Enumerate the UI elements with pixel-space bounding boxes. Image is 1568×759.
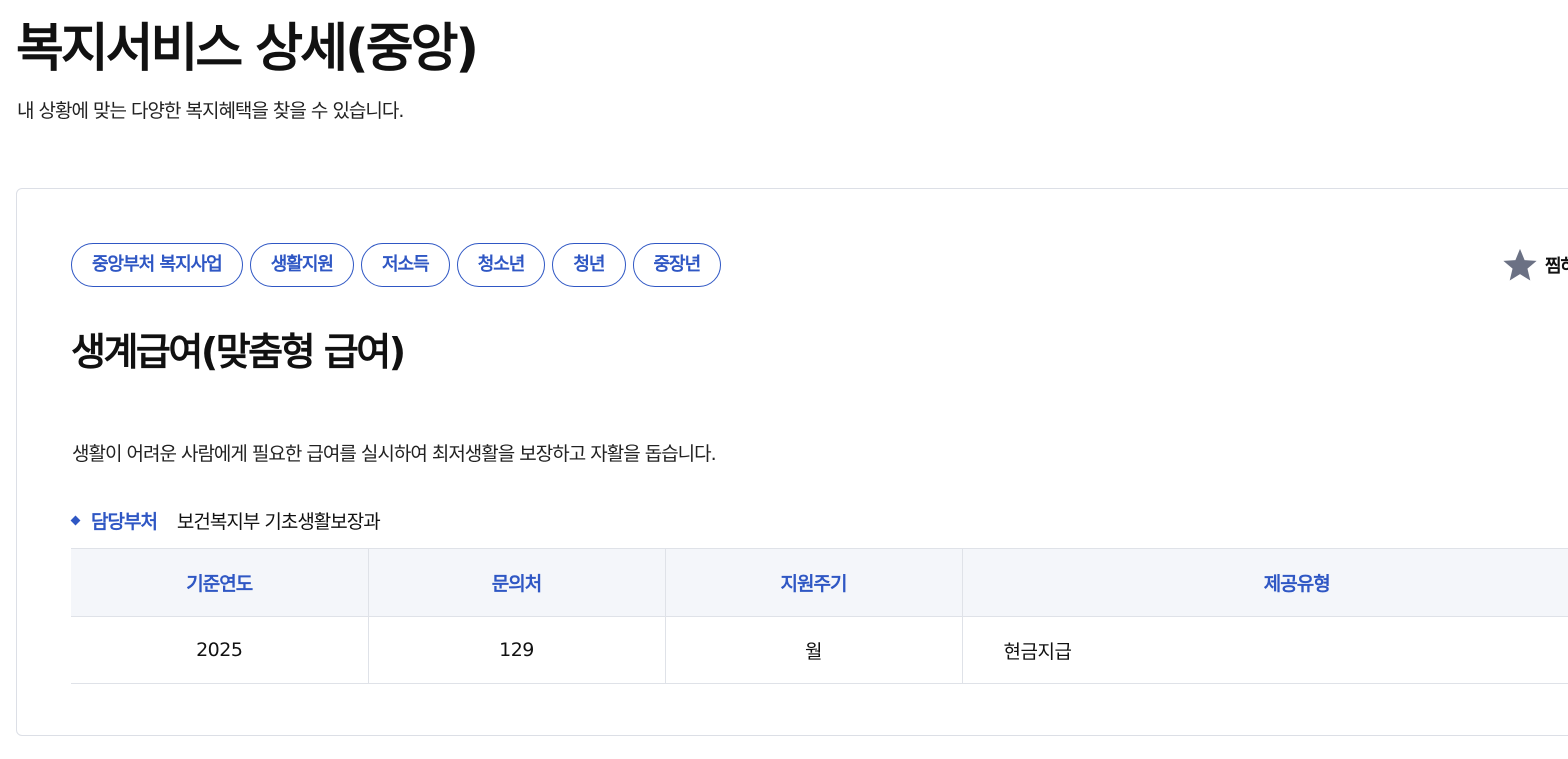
header-support-cycle: 지원주기 <box>665 548 963 617</box>
tag-central-welfare: 중앙부처 복지사업 <box>71 243 243 287</box>
service-info-table: 기준연도 문의처 지원주기 제공유형 2025 129 월 현금지급 <box>71 548 1568 684</box>
cell-provision-type: 현금지급 <box>962 616 1568 684</box>
diamond-bullet-icon <box>70 515 81 525</box>
bookmark-label: 찜하기 <box>1545 256 1568 277</box>
tag-youth: 청년 <box>552 243 626 287</box>
department-value: 보건복지부 기초생활보장과 <box>176 510 381 533</box>
tag-low-income: 저소득 <box>361 243 450 287</box>
department-row: 담당부처 보건복지부 기초생활보장과 <box>70 505 381 535</box>
tag-middle-aged: 중장년 <box>632 243 722 287</box>
tag-list: 중앙부처 복지사업 생활지원 저소득 청소년 청년 중장년 <box>71 243 722 287</box>
page-subtitle: 내 상황에 맞는 다양한 복지혜택을 찾을 수 있습니다. <box>17 100 404 122</box>
service-detail-card: 중앙부처 복지사업 생활지원 저소득 청소년 청년 중장년 찜하기 생계급여(맞… <box>16 188 1568 736</box>
service-title: 생계급여(맞춤형 급여) <box>71 330 406 374</box>
header-contact: 문의처 <box>368 548 666 617</box>
header-provision-type: 제공유형 <box>962 548 1568 617</box>
tag-adolescent: 청소년 <box>456 243 546 287</box>
cell-base-year: 2025 <box>71 616 369 684</box>
table-row: 2025 129 월 현금지급 <box>71 616 1568 684</box>
tag-living-support: 생활지원 <box>249 243 354 287</box>
cell-support-cycle: 월 <box>665 616 963 684</box>
bookmark-button[interactable]: 찜하기 <box>1501 243 1568 287</box>
star-icon <box>1501 246 1539 284</box>
header-base-year: 기준연도 <box>71 548 369 617</box>
cell-contact: 129 <box>368 616 666 684</box>
department-label: 담당부처 <box>91 510 158 533</box>
table-header-row: 기준연도 문의처 지원주기 제공유형 <box>71 548 1568 617</box>
page-title: 복지서비스 상세(중앙) <box>16 19 479 79</box>
service-description: 생활이 어려운 사람에게 필요한 급여를 실시하여 최저생활을 보장하고 자활을… <box>72 443 717 465</box>
